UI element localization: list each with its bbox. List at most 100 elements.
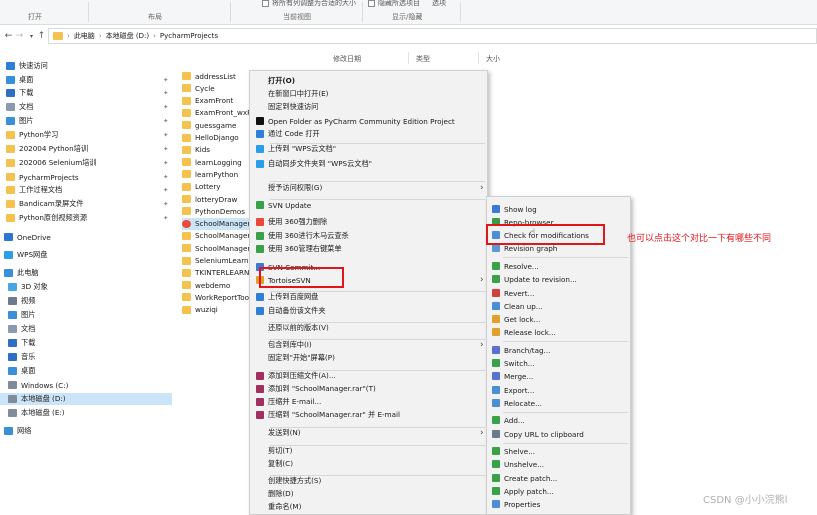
column-header-modified[interactable]: 修改日期: [333, 54, 361, 64]
sidebar-item[interactable]: 下载: [0, 337, 172, 349]
sidebar-item[interactable]: Python学习 ✦: [0, 129, 172, 141]
sidebar-item[interactable]: 图片 ✦: [0, 115, 172, 127]
sidebar-item[interactable]: 3D 对象: [0, 281, 172, 293]
hide-selected-checkbox[interactable]: [368, 0, 375, 7]
sidebar-item[interactable]: Bandicam录屏文件 ✦: [0, 198, 172, 210]
file-list-item[interactable]: TKINTERLEARN: [182, 267, 252, 279]
context-menu-item[interactable]: 使用 360强力删除: [256, 216, 484, 228]
context-menu-item[interactable]: 上传到 "WPS云文档": [256, 143, 484, 155]
breadcrumb-drive-d[interactable]: 本地磁盘 (D:): [106, 31, 149, 41]
column-header-type[interactable]: 类型: [416, 54, 430, 64]
context-menu-item[interactable]: 添加到压缩文件(A)...: [256, 370, 484, 382]
sidebar-item[interactable]: 图片: [0, 309, 172, 321]
tortoisesvn-menu-item[interactable]: Revert...: [492, 287, 628, 299]
sidebar-item[interactable]: Python原创视频资源 ✦: [0, 212, 172, 224]
pin-icon[interactable]: ✦: [163, 89, 168, 97]
pin-icon[interactable]: ✦: [163, 214, 168, 222]
file-list-item[interactable]: SchoolManager: [182, 217, 250, 230]
context-menu-item[interactable]: 压缩到 "SchoolManager.rar" 并 E-mail: [256, 409, 484, 421]
context-menu-item[interactable]: 剪切(T): [256, 445, 484, 457]
context-menu-item[interactable]: 创建快捷方式(S): [256, 475, 484, 487]
forward-icon[interactable]: →: [14, 31, 25, 41]
sidebar-item[interactable]: WPS网盘: [0, 249, 172, 261]
file-list-item[interactable]: guessgame: [182, 119, 252, 131]
file-list-item[interactable]: ExamFront: [182, 95, 252, 107]
context-menu-item[interactable]: 发送到(N) ›: [256, 427, 484, 439]
file-list-item[interactable]: learnLogging: [182, 156, 252, 168]
context-menu-item[interactable]: 重命名(M): [256, 501, 484, 513]
file-list-item[interactable]: PythonDemos: [182, 205, 252, 217]
file-list-item[interactable]: Lottery: [182, 181, 252, 193]
context-menu-item[interactable]: 删除(D): [256, 488, 484, 500]
tortoisesvn-menu-item[interactable]: Create patch...: [492, 472, 628, 484]
tortoisesvn-menu-item[interactable]: Apply patch...: [492, 485, 628, 497]
context-menu-item[interactable]: 固定到快速访问: [256, 101, 484, 113]
column-header-size[interactable]: 大小: [486, 54, 500, 64]
sidebar-item[interactable]: OneDrive: [0, 231, 172, 243]
pin-icon[interactable]: ✦: [163, 173, 168, 181]
context-menu-item[interactable]: 上传到百度网盘: [256, 291, 484, 303]
sidebar-item[interactable]: 视频: [0, 295, 172, 307]
breadcrumb-pycharmprojects[interactable]: PycharmProjects: [160, 32, 218, 40]
sidebar-item[interactable]: 下载 ✦: [0, 87, 172, 99]
up-icon[interactable]: ↑: [36, 31, 47, 41]
pin-icon[interactable]: ✦: [163, 131, 168, 139]
sidebar-item[interactable]: 网络: [0, 425, 172, 437]
context-menu-item[interactable]: 包含到库中(I) ›: [256, 339, 484, 351]
tortoisesvn-menu-item[interactable]: Relocate...: [492, 397, 628, 409]
sidebar-item[interactable]: 工作过程文档 ✦: [0, 184, 172, 196]
address-input[interactable]: › 此电脑 › 本地磁盘 (D:) › PycharmProjects: [48, 28, 817, 44]
tortoisesvn-menu-item[interactable]: Branch/tag...: [492, 344, 628, 356]
file-list-item[interactable]: SchoolManager_: [182, 242, 252, 254]
sidebar-item[interactable]: 音乐: [0, 351, 172, 363]
tortoisesvn-menu-item[interactable]: Switch...: [492, 357, 628, 369]
tortoisesvn-menu-item[interactable]: Merge...: [492, 370, 628, 382]
context-menu-item[interactable]: 压缩并 E-mail...: [256, 396, 484, 408]
pin-icon[interactable]: ✦: [163, 145, 168, 153]
context-menu-item[interactable]: 使用 360进行木马云查杀: [256, 230, 484, 242]
sidebar-item[interactable]: 文档 ✦: [0, 101, 172, 113]
sidebar-item[interactable]: 文档: [0, 323, 172, 335]
ribbon-options[interactable]: 选项: [432, 0, 446, 8]
file-list-item[interactable]: WorkReportToo: [182, 291, 252, 303]
sidebar-item[interactable]: 202006 Selenium培训 ✦: [0, 157, 172, 169]
tortoisesvn-menu-item[interactable]: Show log: [492, 203, 628, 215]
sidebar-item[interactable]: 202004 Python培训 ✦: [0, 143, 172, 155]
tortoisesvn-menu-item[interactable]: Add...: [492, 414, 628, 426]
context-menu-item[interactable]: 复制(C): [256, 458, 484, 470]
tortoisesvn-menu-item[interactable]: Release lock...: [492, 326, 628, 338]
context-menu-item[interactable]: 固定到"开始"屏幕(P): [256, 352, 484, 364]
tortoisesvn-menu-item[interactable]: Get lock...: [492, 313, 628, 325]
pin-icon[interactable]: ✦: [163, 103, 168, 111]
file-list-item[interactable]: learnPython: [182, 168, 252, 180]
sidebar-item[interactable]: 桌面 ✦: [0, 74, 172, 86]
context-menu-item[interactable]: 通过 Code 打开: [256, 128, 484, 140]
ribbon-fit-columns[interactable]: 将所有列调整为合适的大小: [262, 0, 356, 8]
context-menu-item[interactable]: 使用 360管理右键菜单: [256, 243, 484, 255]
context-menu-item[interactable]: 添加到 "SchoolManager.rar"(T): [256, 383, 484, 395]
file-list-item[interactable]: lotteryDraw: [182, 193, 252, 205]
tortoisesvn-menu-item[interactable]: Properties: [492, 498, 628, 510]
pin-icon[interactable]: ✦: [163, 76, 168, 84]
context-menu-item[interactable]: 自动同步文件夹到 "WPS云文档": [256, 158, 484, 170]
file-list-item[interactable]: Kids: [182, 144, 252, 156]
pin-icon[interactable]: ✦: [163, 117, 168, 125]
file-list-item[interactable]: HelloDjango: [182, 132, 252, 144]
tortoisesvn-menu-item[interactable]: Copy URL to clipboard: [492, 428, 628, 440]
file-list-item[interactable]: webdemo: [182, 279, 252, 291]
context-menu-item[interactable]: 自动备份该文件夹: [256, 305, 484, 317]
ribbon-hide-selected[interactable]: 隐藏所选项目: [368, 0, 420, 8]
file-list-item[interactable]: wuziqi: [182, 304, 252, 316]
sidebar-item[interactable]: 本地磁盘 (E:): [0, 407, 172, 419]
sidebar-item[interactable]: 快速访问: [0, 60, 172, 72]
sidebar-item[interactable]: Windows (C:): [0, 379, 172, 391]
context-menu-item[interactable]: SVN Update: [256, 199, 484, 211]
tortoisesvn-menu-item[interactable]: Export...: [492, 384, 628, 396]
tortoisesvn-menu-item[interactable]: Clean up...: [492, 300, 628, 312]
sidebar-item[interactable]: 此电脑: [0, 267, 172, 279]
context-menu-item[interactable]: 打开(O): [256, 75, 484, 87]
back-icon[interactable]: ←: [3, 31, 14, 41]
context-menu-item[interactable]: 授予访问权限(G) ›: [256, 182, 484, 194]
tortoisesvn-menu-item[interactable]: Resolve...: [492, 260, 628, 272]
pin-icon[interactable]: ✦: [163, 200, 168, 208]
